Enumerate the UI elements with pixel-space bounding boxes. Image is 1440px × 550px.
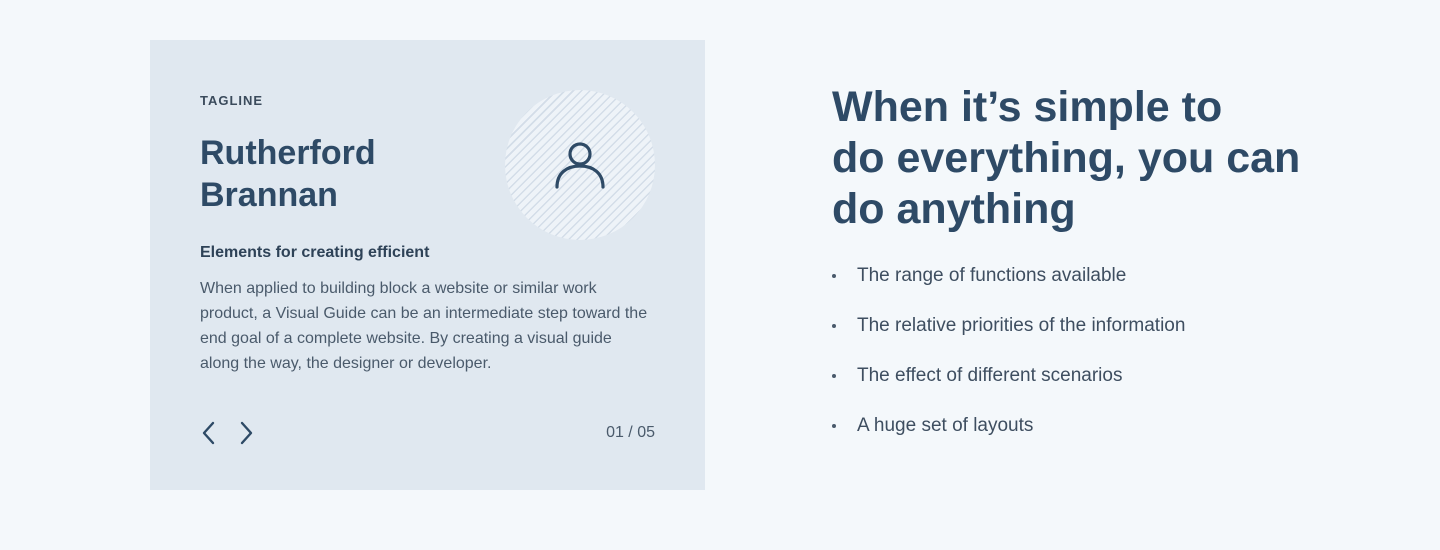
next-button[interactable]: [235, 420, 257, 446]
feature-list: The range of functions available The rel…: [832, 262, 1185, 462]
bullet-icon: [832, 274, 836, 278]
feature-list-item: The range of functions available: [832, 262, 1185, 312]
chevron-left-icon: [202, 421, 215, 445]
feature-list-item: The effect of different scenarios: [832, 362, 1185, 412]
person-name-line-2: Brannan: [200, 176, 338, 214]
hero-headline-line-1: When it’s simple to: [832, 83, 1223, 131]
feature-text: The effect of different scenarios: [857, 365, 1123, 386]
feature-list-item: The relative priorities of the informati…: [832, 312, 1185, 362]
bullet-icon: [832, 324, 836, 328]
hero-headline-line-3: do anything: [832, 185, 1076, 233]
previous-button[interactable]: [198, 420, 220, 446]
hero-headline-line-2: do everything, you can: [832, 134, 1301, 182]
feature-text: The range of functions available: [857, 265, 1127, 286]
feature-list-item: A huge set of layouts: [832, 412, 1185, 462]
feature-text: The relative priorities of the informati…: [857, 315, 1186, 336]
card-body-text: When applied to building block a website…: [200, 280, 648, 372]
card-subheading: Elements for creating efficient: [200, 244, 430, 261]
user-icon: [555, 142, 605, 189]
person-name-line-1: Rutherford: [200, 134, 376, 172]
feature-text: A huge set of layouts: [857, 415, 1034, 436]
tagline: TAGLINE: [200, 93, 264, 108]
avatar: [505, 90, 655, 240]
pagination-indicator: 01 / 05: [606, 424, 655, 441]
chevron-right-icon: [240, 421, 253, 445]
bullet-icon: [832, 374, 836, 378]
hero-headline: When it’s simple to do everything, you c…: [832, 82, 1352, 235]
profile-card: TAGLINE Rutherford Brannan Elements for …: [150, 40, 705, 490]
bullet-icon: [832, 424, 836, 428]
person-name: Rutherford Brannan: [200, 132, 376, 216]
